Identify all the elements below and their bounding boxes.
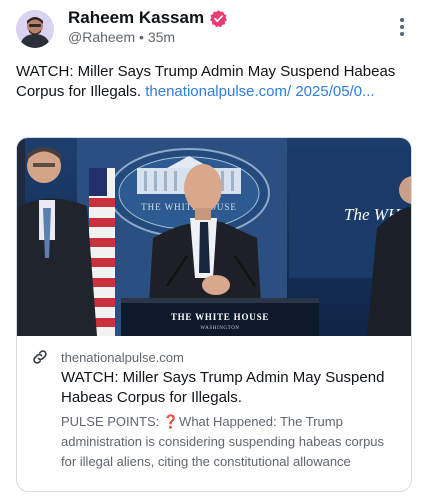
link-icon	[33, 350, 47, 364]
card-description: PULSE POINTS: ❓What Happened: The Trump …	[61, 414, 385, 469]
social-post: Raheem Kassam @Raheem • 35m WATCH: Mille…	[0, 0, 428, 500]
preview-image[interactable]: THE WHITE HOUSE The WHITE	[17, 138, 411, 336]
card-title[interactable]: WATCH: Miller Says Trump Admin May Suspe…	[61, 368, 399, 408]
card-meta: thenationalpulse.com WATCH: Miller Says …	[17, 336, 411, 472]
podium-text: THE WHITE HOUSE	[171, 312, 269, 322]
avatar[interactable]	[16, 10, 54, 48]
post-time[interactable]: 35m	[148, 29, 175, 45]
author-name[interactable]: Raheem Kassam	[68, 8, 204, 28]
post-header: Raheem Kassam @Raheem • 35m	[16, 6, 412, 48]
link-preview-card[interactable]: THE WHITE HOUSE The WHITE	[16, 137, 412, 492]
name-row: Raheem Kassam	[68, 8, 228, 28]
separator: •	[139, 29, 144, 45]
author-handle[interactable]: @Raheem	[68, 29, 135, 45]
card-domain[interactable]: thenationalpulse.com	[61, 350, 184, 365]
handle-row: @Raheem • 35m	[68, 29, 175, 45]
podium-subtext: WASHINGTON	[200, 326, 239, 331]
verified-badge-icon	[210, 9, 228, 27]
more-vertical-icon[interactable]	[392, 14, 412, 40]
post-link[interactable]: thenationalpulse.com/ 2025/05/0...	[145, 83, 374, 100]
domain-row: thenationalpulse.com	[31, 348, 399, 366]
post-text: WATCH: Miller Says Trump Admin May Suspe…	[16, 62, 396, 102]
